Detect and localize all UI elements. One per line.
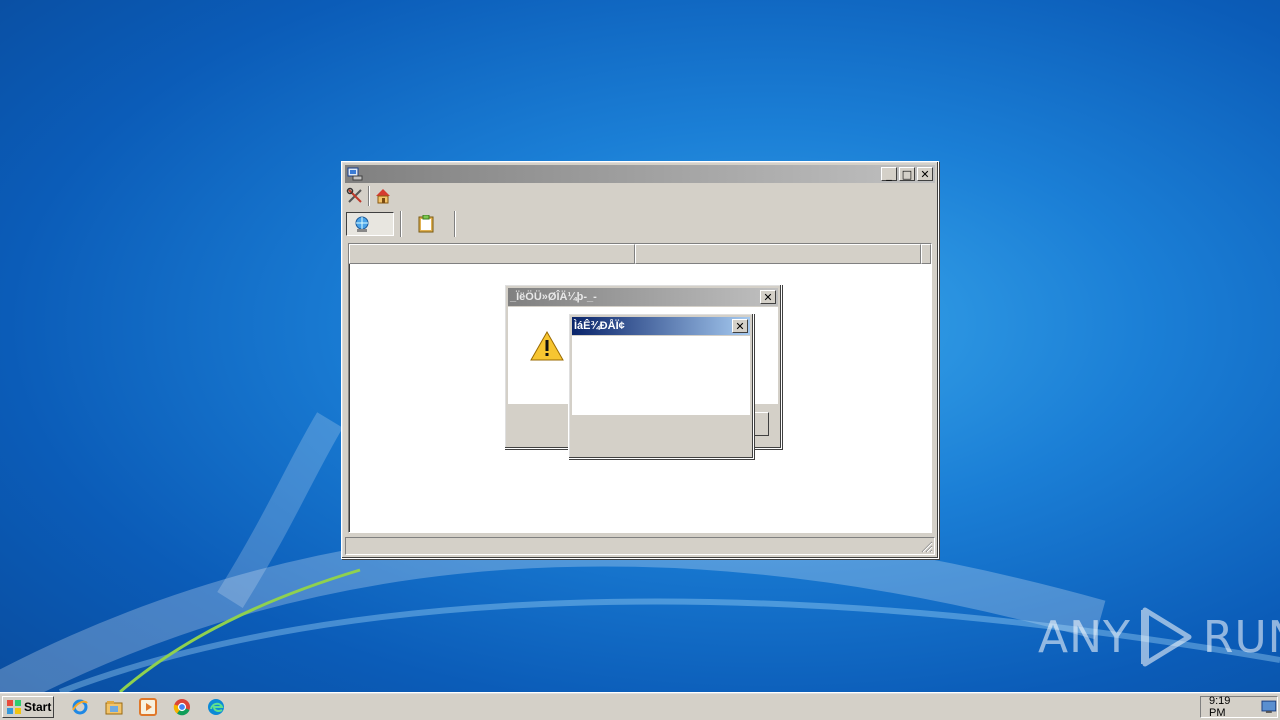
list-column-filler: [921, 244, 931, 264]
menu-bar: [346, 185, 392, 207]
clock[interactable]: 9:19 PM: [1209, 695, 1249, 719]
info-dialog-body: [572, 336, 750, 415]
windows-logo-icon: [7, 699, 21, 714]
toolbar-separator: [400, 211, 402, 237]
info-dialog-footer: [572, 415, 750, 455]
clipboard-icon: [418, 215, 434, 233]
system-tray: 9:19 PM: [1200, 695, 1278, 719]
start-label: Start: [24, 699, 52, 714]
watermark-text-left: ANY: [1038, 611, 1131, 663]
maximize-button[interactable]: □: [899, 167, 915, 181]
close-icon: ✕: [920, 167, 930, 181]
globe-network-icon: [355, 216, 369, 232]
internet-explorer-icon[interactable]: [70, 697, 90, 717]
explorer-folder-icon[interactable]: [104, 697, 124, 717]
close-icon: ✕: [735, 319, 745, 333]
menu-separator: [368, 186, 370, 206]
network-tool-button[interactable]: [346, 212, 394, 236]
info-dialog-titlebar[interactable]: ÌáÊ¾ÐÅÏ¢ ✕: [572, 317, 750, 335]
show-desktop-icon[interactable]: [1261, 700, 1277, 714]
quick-launch: [70, 697, 226, 717]
list-header: [349, 244, 931, 264]
list-column-header[interactable]: [349, 244, 635, 264]
close-icon: ✕: [763, 290, 773, 304]
toolbar: [346, 210, 456, 238]
home-icon[interactable]: [374, 187, 392, 205]
tools-icon[interactable]: [346, 187, 364, 205]
anyrun-watermark: ANY RUN: [1038, 606, 1280, 668]
taskbar: Start 9:19 PM: [0, 692, 1280, 720]
warning-icon: [530, 331, 564, 361]
main-titlebar[interactable]: _ □ ✕: [345, 165, 935, 183]
warning-dialog-close-button[interactable]: ✕: [760, 290, 776, 304]
start-button[interactable]: Start: [2, 695, 54, 718]
warning-dialog-title: _ÏëÖÜ»ØÎÄ¼þ-_-: [510, 291, 597, 303]
computer-network-icon: [347, 167, 363, 181]
close-button[interactable]: ✕: [917, 167, 933, 181]
info-dialog-title: ÌáÊ¾ÐÅÏ¢: [574, 320, 625, 332]
watermark-text-right: RUN: [1202, 611, 1280, 663]
status-bar: [345, 537, 935, 555]
info-dialog-close-button[interactable]: ✕: [732, 319, 748, 333]
clipboard-tool-button[interactable]: [408, 212, 448, 236]
media-player-icon[interactable]: [138, 697, 158, 717]
warning-dialog-titlebar[interactable]: _ÏëÖÜ»ØÎÄ¼þ-_- ✕: [508, 288, 778, 306]
edge-icon[interactable]: [206, 697, 226, 717]
toolbar-separator: [454, 211, 456, 237]
maximize-icon: □: [901, 167, 913, 181]
minimize-icon: _: [886, 167, 892, 181]
minimize-button[interactable]: _: [881, 167, 897, 181]
play-logo-icon: [1140, 607, 1192, 667]
chrome-icon[interactable]: [172, 697, 192, 717]
list-column-header[interactable]: [635, 244, 921, 264]
resize-grip-icon[interactable]: [921, 541, 933, 553]
info-dialog[interactable]: ÌáÊ¾ÐÅÏ¢ ✕: [568, 313, 754, 459]
